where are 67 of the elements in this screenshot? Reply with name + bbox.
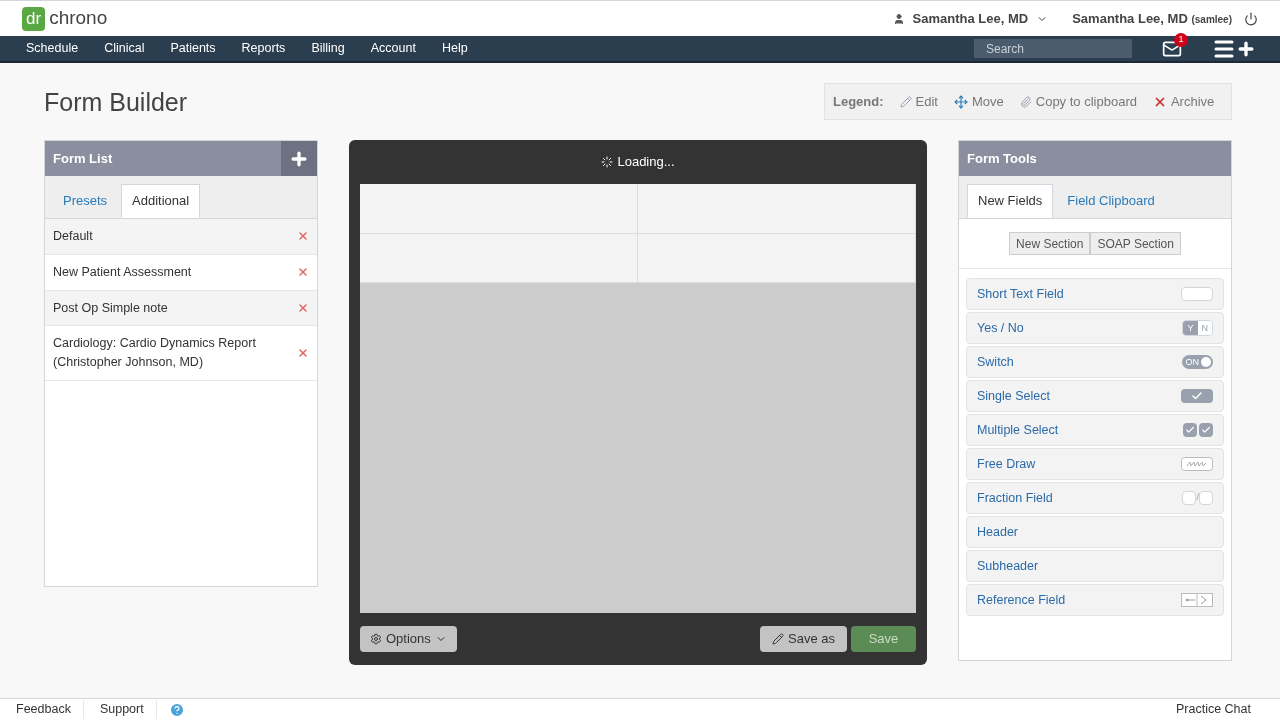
add-button[interactable] xyxy=(281,141,317,176)
checkbox-icon xyxy=(1199,423,1213,437)
user-icon xyxy=(892,12,905,25)
delete-icon[interactable] xyxy=(297,347,309,359)
delete-icon[interactable] xyxy=(297,230,309,243)
save-as-button[interactable]: Save as xyxy=(760,626,847,652)
reference-icon xyxy=(1181,593,1213,607)
field-tool-item[interactable]: Switch ON xyxy=(966,346,1224,378)
fraction-preview: / xyxy=(1182,491,1213,505)
practice-chat-link[interactable]: Practice Chat xyxy=(1175,700,1251,719)
pencil-icon xyxy=(899,95,912,108)
legend-label: Legend: xyxy=(833,92,884,111)
pencil-icon xyxy=(772,633,784,645)
form-list-item[interactable]: Post Op Simple note xyxy=(45,290,317,327)
panel-title: Form Tools xyxy=(966,151,1038,166)
footer-link[interactable]: Feedback xyxy=(4,700,84,719)
panel-title: Form List xyxy=(52,150,114,168)
move-icon xyxy=(953,94,968,109)
field-tool-item[interactable]: Free Draw xyxy=(966,448,1224,480)
options-button[interactable]: Options xyxy=(360,626,457,652)
field-tool-item[interactable]: Subheader xyxy=(966,550,1224,582)
page-title: Form Builder xyxy=(44,87,188,118)
tab[interactable]: Field Clipboard xyxy=(1057,184,1165,218)
field-tool-item[interactable]: Reference Field xyxy=(966,584,1224,616)
field-tool-item[interactable]: Short Text Field xyxy=(966,278,1224,310)
field-tool-item[interactable]: Multiple Select xyxy=(966,414,1224,446)
nav-link[interactable]: Schedule xyxy=(26,39,79,58)
spinner-icon xyxy=(601,156,614,168)
logo-mark: dr xyxy=(22,6,46,31)
legend-text: Edit xyxy=(915,92,938,111)
nav-link[interactable]: Clinical xyxy=(104,39,145,58)
nav-link[interactable]: Reports xyxy=(241,39,286,58)
nav-link[interactable]: Help xyxy=(441,39,468,58)
provider-menu[interactable]: Samantha Lee, MD xyxy=(912,8,1029,29)
checkbox-icon xyxy=(1181,389,1213,403)
nav-link[interactable]: Account xyxy=(370,39,416,58)
text-field-preview xyxy=(1181,287,1213,301)
switch-preview: ON xyxy=(1181,355,1213,369)
legend-text: Move xyxy=(971,92,1004,111)
form-list-item[interactable]: Default xyxy=(45,219,317,255)
user-name[interactable]: Samantha Lee, MD (samlee) xyxy=(1072,8,1232,29)
scribble-icon xyxy=(1181,457,1213,471)
legend-text: Copy to clipboard xyxy=(1035,92,1137,111)
gear-icon xyxy=(370,633,382,645)
logo-text: chrono xyxy=(49,6,108,31)
delete-icon[interactable] xyxy=(297,266,309,279)
delete-icon[interactable] xyxy=(297,301,309,314)
tab[interactable]: Additional xyxy=(121,184,201,218)
section-button[interactable]: New Section xyxy=(1009,232,1091,255)
paperclip-icon xyxy=(1019,95,1032,108)
checkbox-icon xyxy=(1183,423,1197,437)
legend-text: Archive xyxy=(1170,92,1215,111)
power-icon[interactable] xyxy=(1244,11,1258,26)
field-tool-item[interactable]: Header xyxy=(966,516,1224,548)
search-field[interactable]: Search xyxy=(974,39,1132,58)
nav-link[interactable]: Patients xyxy=(170,39,216,58)
footer-link[interactable]: Support xyxy=(87,700,157,719)
nav-link[interactable]: Billing xyxy=(311,39,345,58)
yes-no-preview: Y N xyxy=(1182,320,1213,336)
field-tool-item[interactable]: Single Select xyxy=(966,380,1224,412)
tab[interactable]: New Fields xyxy=(967,184,1054,218)
field-tool-item[interactable]: Yes / No Y N xyxy=(966,312,1224,344)
section-button[interactable]: SOAP Section xyxy=(1090,232,1181,255)
tab[interactable]: Presets xyxy=(53,184,118,218)
field-tool-item[interactable]: Fraction Field / xyxy=(966,482,1224,514)
help-icon[interactable] xyxy=(168,701,185,718)
loading-text: Loading... xyxy=(617,153,675,172)
